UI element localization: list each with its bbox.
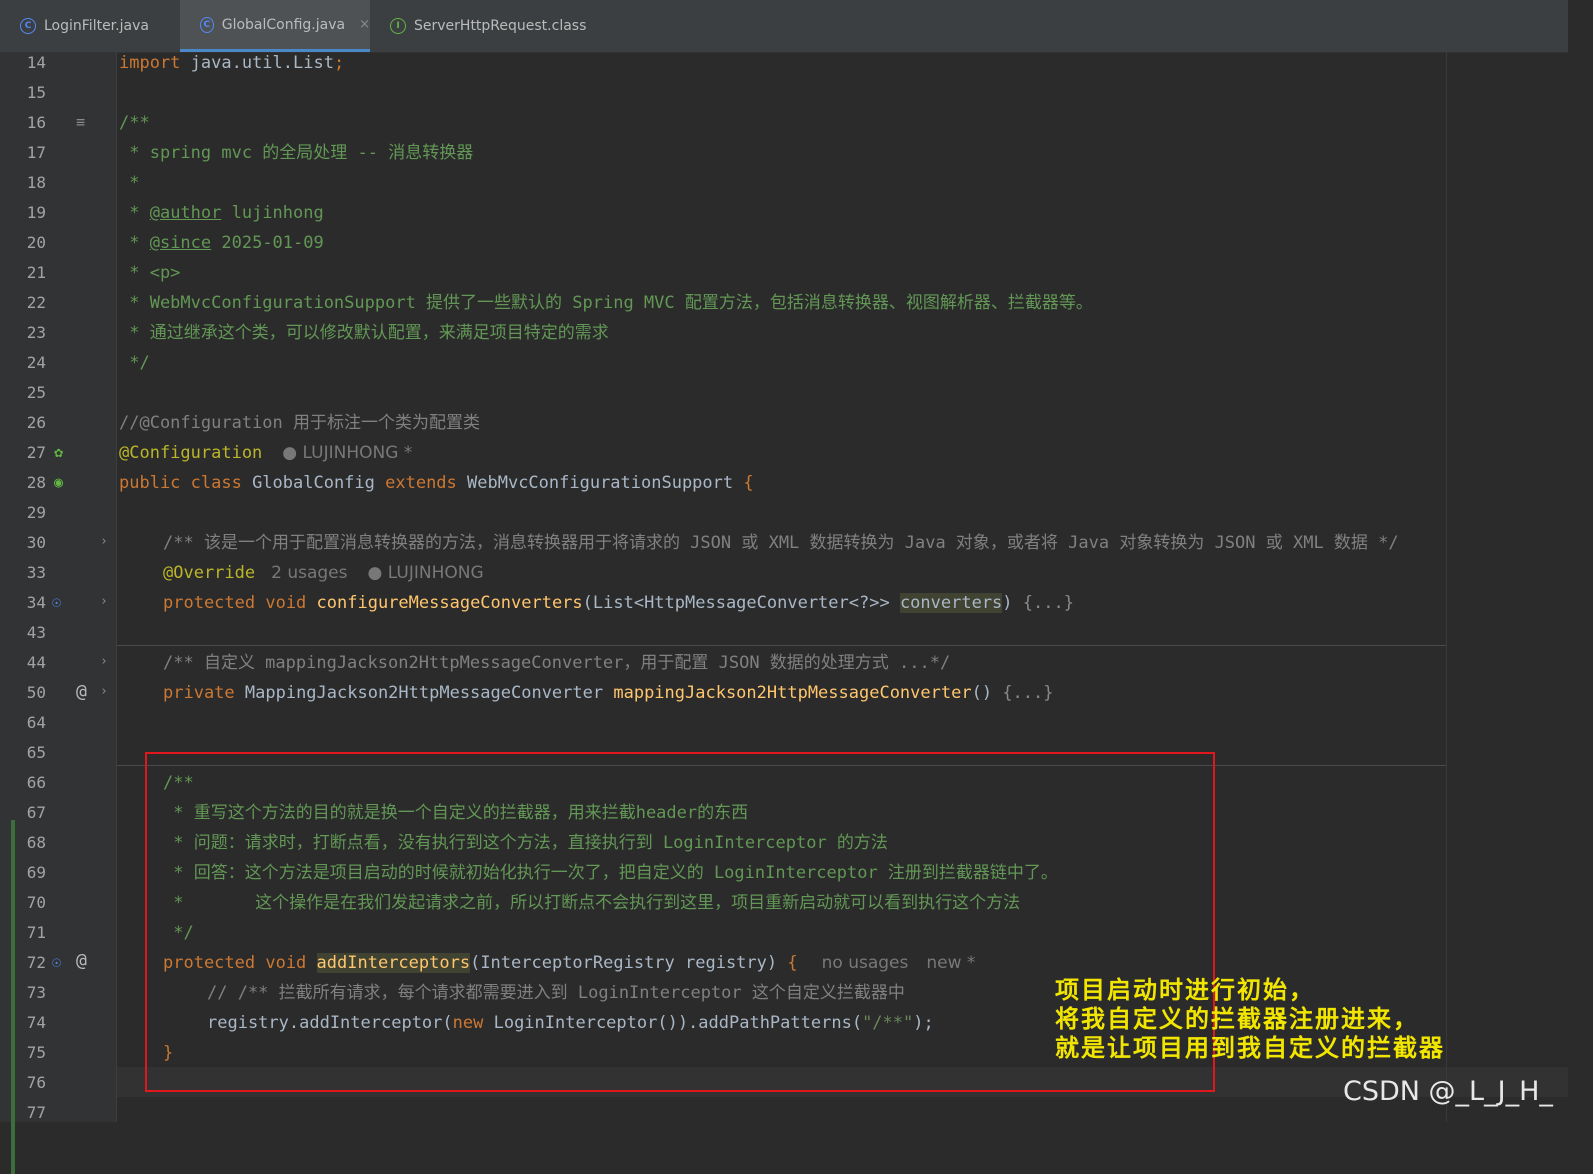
code-line-28: public class GlobalConfig extends WebMvc… (119, 473, 754, 493)
tab-label: GlobalConfig.java (221, 16, 346, 33)
author-hint[interactable]: ● LUJINHONG (368, 563, 484, 583)
bean-method-icon[interactable]: @ (76, 951, 87, 971)
line-number[interactable]: 75 (0, 1038, 46, 1068)
line-number[interactable]: 44 (0, 648, 46, 678)
code-line-44[interactable]: /** 自定义 mappingJackson2HttpMessageConver… (163, 648, 950, 678)
line-number[interactable]: 66 (0, 768, 46, 798)
line-number[interactable]: 22 (0, 288, 46, 318)
code-line-33: @Override 2 usages ● LUJINHONG (163, 563, 484, 583)
code-line-23: * 通过继承这个类，可以修改默认配置，来满足项目特定的需求 (119, 323, 609, 343)
annotation-line: 就是让项目用到我自定义的拦截器 (1055, 1033, 1445, 1062)
line-number[interactable]: 64 (0, 708, 46, 738)
line-number[interactable]: 18 (0, 168, 46, 198)
line-number[interactable]: 23 (0, 318, 46, 348)
line-number[interactable]: 26 (0, 408, 46, 438)
class-icon: C (200, 16, 214, 33)
tab-serverhttprequest[interactable]: I ServerHttpRequest.class (370, 0, 605, 52)
folded-region[interactable]: {...} (1002, 683, 1053, 703)
line-number[interactable]: 33 (0, 558, 46, 588)
line-number[interactable]: 17 (0, 138, 46, 168)
line-number[interactable]: 19 (0, 198, 46, 228)
line-number[interactable]: 69 (0, 858, 46, 888)
close-icon[interactable]: × (359, 17, 370, 32)
spring-config-icon[interactable]: ◉ (54, 472, 63, 492)
class-icon: C (20, 18, 36, 34)
line-number[interactable]: 28 (0, 468, 46, 498)
line-number[interactable]: 43 (0, 618, 46, 648)
fold-chevron-icon[interactable]: › (100, 592, 108, 612)
code-line-30[interactable]: /** 该是一个用于配置消息转换器的方法，消息转换器用于将请求的 JSON 或 … (163, 528, 1399, 558)
editor-tab-bar: C LoginFilter.java C GlobalConfig.java ×… (0, 0, 1568, 53)
usages-hint[interactable]: 2 usages (271, 563, 347, 583)
fold-chevron-icon[interactable]: › (100, 532, 108, 552)
line-number[interactable]: 72 (0, 948, 46, 978)
code-line-22: * WebMvcConfigurationSupport 提供了一些默认的 Sp… (119, 293, 1093, 313)
code-line-17: * spring mvc 的全局处理 -- 消息转换器 (119, 143, 474, 163)
line-number[interactable]: 76 (0, 1068, 46, 1098)
line-number[interactable]: 71 (0, 918, 46, 948)
code-line-14: import java.util.List; (119, 53, 345, 73)
author-hint[interactable]: ● LUJINHONG * (282, 443, 412, 463)
tab-label: LoginFilter.java (44, 18, 149, 34)
code-line-27: @Configuration ● LUJINHONG * (119, 443, 413, 463)
line-number[interactable]: 15 (0, 78, 46, 108)
fold-chevron-icon[interactable]: › (100, 652, 108, 672)
line-number-gutter[interactable]: 14 15 16 17 18 19 20 21 22 23 24 25 26 27 28 29 30 33 34 43… (0, 52, 117, 1174)
line-number[interactable]: 65 (0, 738, 46, 768)
line-number[interactable]: 73 (0, 978, 46, 1008)
watermark: CSDN @_L_J_H_ (1343, 1076, 1553, 1107)
spring-bean-icon[interactable]: ✿ (54, 442, 63, 462)
tab-label: ServerHttpRequest.class (414, 18, 587, 34)
line-number[interactable]: 50 (0, 678, 46, 708)
line-number[interactable]: 20 (0, 228, 46, 258)
line-number[interactable]: 29 (0, 498, 46, 528)
tab-loginfilter[interactable]: C LoginFilter.java (0, 0, 180, 52)
fold-chevron-icon[interactable]: › (100, 682, 108, 702)
user-icon: ● (282, 443, 303, 463)
code-line-50: private MappingJackson2HttpMessageConver… (163, 683, 1054, 703)
line-number[interactable]: 25 (0, 378, 46, 408)
code-line-34: protected void configureMessageConverter… (163, 593, 1074, 613)
code-line-19: * @author lujinhong (119, 203, 324, 223)
line-number[interactable]: 70 (0, 888, 46, 918)
line-number[interactable]: 27 (0, 438, 46, 468)
folded-region[interactable]: {...} (1023, 593, 1074, 613)
line-number[interactable]: 16 (0, 108, 46, 138)
line-number[interactable]: 68 (0, 828, 46, 858)
line-number[interactable]: 34 (0, 588, 46, 618)
line-number[interactable]: 21 (0, 258, 46, 288)
annotation-line: 项目启动时进行初始， (1055, 975, 1315, 1004)
code-line-26: //@Configuration 用于标注一个类为配置类 (119, 413, 480, 433)
bean-method-icon[interactable]: @ (76, 682, 87, 702)
code-line-21: * <p> (119, 263, 181, 283)
user-icon: ● (367, 563, 388, 583)
right-margin-guide (1446, 52, 1447, 1122)
line-number[interactable]: 67 (0, 798, 46, 828)
code-line-18: * (119, 173, 140, 193)
method-separator (117, 645, 1446, 646)
reader-mode-icon[interactable]: ≡ (76, 112, 85, 132)
code-line-24: */ (119, 353, 150, 373)
line-number[interactable]: 14 (0, 48, 46, 78)
override-method-icon[interactable]: ☉ (52, 952, 61, 972)
annotation-line: 将我自定义的拦截器注册进来， (1055, 1004, 1419, 1033)
code-line-20: * @since 2025-01-09 (119, 233, 324, 253)
interface-icon: I (390, 18, 406, 34)
line-number[interactable]: 24 (0, 348, 46, 378)
line-number[interactable]: 30 (0, 528, 46, 558)
code-line-16: /** (119, 113, 150, 133)
line-number[interactable]: 77 (0, 1098, 46, 1128)
override-method-icon[interactable]: ☉ (52, 592, 61, 612)
tab-globalconfig[interactable]: C GlobalConfig.java × (180, 0, 370, 52)
annotation-note: 项目启动时进行初始， 将我自定义的拦截器注册进来， 就是让项目用到我自定义的拦截… (1055, 975, 1445, 1062)
line-number[interactable]: 74 (0, 1008, 46, 1038)
